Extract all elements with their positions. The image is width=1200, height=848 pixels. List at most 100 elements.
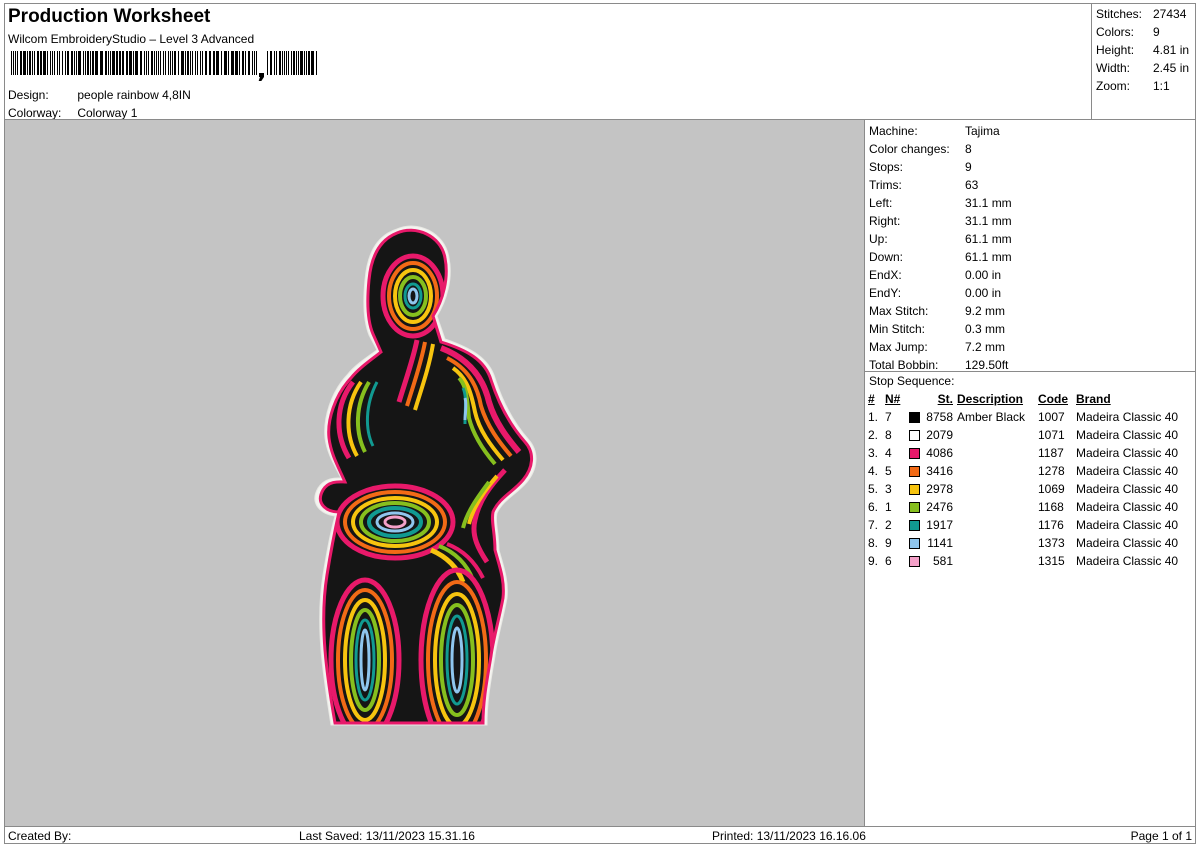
table-row: 1. 7 8758 Amber Black 1007 Madeira Classic 40 — [868, 408, 1188, 426]
info-value: 7.2 mm — [965, 340, 1006, 354]
row-code: 1071 — [1038, 428, 1065, 442]
info-row: Color changes: 8 — [865, 140, 1195, 158]
row-description — [955, 426, 1038, 444]
row-stitches: 2978 — [926, 482, 953, 496]
row-index: 2. — [868, 428, 879, 442]
stat-colors: Colors: 9 — [1092, 23, 1195, 41]
color-swatch — [909, 466, 920, 478]
row-index: 7. — [868, 518, 879, 532]
info-row: Right: 31.1 mm — [865, 212, 1195, 230]
row-code: 1278 — [1038, 464, 1065, 478]
stat-value: 9 — [1153, 25, 1160, 39]
row-brand: Madeira Classic 40 — [1076, 482, 1179, 496]
color-swatch — [909, 556, 920, 568]
color-swatch-cell — [905, 534, 921, 552]
design-stats: Stitches: 27434 Colors: 9 Height: 4.81 in W… — [1091, 4, 1195, 119]
worksheet-footer: Created By: Last Saved: 13/11/2023 15.31… — [5, 826, 1195, 843]
row-brand: Madeira Classic 40 — [1076, 446, 1179, 460]
color-swatch — [909, 430, 920, 442]
info-row: Trims: 63 — [865, 176, 1195, 194]
colorway-name: Colorway 1 — [77, 106, 138, 120]
page-number: Page 1 of 1 — [1130, 829, 1192, 843]
row-brand: Madeira Classic 40 — [1076, 428, 1179, 442]
row-brand: Madeira Classic 40 — [1076, 518, 1179, 532]
info-row: Stops: 9 — [865, 158, 1195, 176]
machine-info: Machine: Tajima Color changes: 8 Stops: 9 Trim… — [865, 120, 1195, 374]
row-code: 1373 — [1038, 536, 1065, 550]
stop-sequence-title: Stop Sequence: — [869, 374, 955, 388]
color-swatch-cell — [905, 444, 921, 462]
table-row: 3. 4 4086 1187 Madeira Classic 40 — [868, 444, 1188, 462]
row-code: 1187 — [1038, 446, 1064, 460]
info-value: 63 — [965, 178, 979, 192]
stat-label: Zoom: — [1096, 79, 1131, 93]
row-brand: Madeira Classic 40 — [1076, 554, 1179, 568]
colorway-row: Colorway: Colorway 1 — [8, 106, 137, 120]
row-description — [955, 498, 1038, 516]
row-description — [955, 444, 1038, 462]
color-swatch — [909, 484, 920, 496]
table-row: 4. 5 3416 1278 Madeira Classic 40 — [868, 462, 1188, 480]
row-needle: 5 — [885, 464, 892, 478]
row-brand: Madeira Classic 40 — [1076, 464, 1179, 478]
row-index: 6. — [868, 500, 879, 514]
info-value: 31.1 mm — [965, 196, 1012, 210]
col-stitches: St. — [937, 392, 953, 406]
row-stitches: 3416 — [926, 464, 953, 478]
row-description — [955, 534, 1038, 552]
row-code: 1069 — [1038, 482, 1065, 496]
software-name: Wilcom EmbroideryStudio – Level 3 Advanc… — [8, 32, 255, 46]
color-swatch-cell — [905, 462, 921, 480]
color-swatch-cell — [905, 516, 921, 534]
created-by: Created By: — [8, 829, 72, 843]
row-stitches: 2476 — [926, 500, 953, 514]
stop-sequence-table: # N# St. Description Code Brand 1. 7 8758 A… — [868, 390, 1188, 570]
info-label: Max Stitch: — [869, 304, 929, 318]
info-row: EndY: 0.00 in — [865, 284, 1195, 302]
info-row: Down: 61.1 mm — [865, 248, 1195, 266]
worksheet-header: Production Worksheet Wilcom EmbroiderySt… — [5, 4, 1091, 120]
row-description — [955, 462, 1038, 480]
info-label: Min Stitch: — [869, 322, 926, 336]
row-needle: 2 — [885, 518, 892, 532]
info-row: Left: 31.1 mm — [865, 194, 1195, 212]
stat-label: Stitches: — [1096, 7, 1143, 21]
row-needle: 9 — [885, 536, 892, 550]
info-value: 31.1 mm — [965, 214, 1012, 228]
stat-label: Height: — [1096, 43, 1135, 57]
row-description — [955, 480, 1038, 498]
row-code: 1176 — [1038, 518, 1064, 532]
color-swatch — [909, 538, 920, 550]
col-needle: N# — [885, 392, 901, 406]
design-row: Design: people rainbow 4,8IN — [8, 88, 191, 102]
details-panel: Machine: Tajima Color changes: 8 Stops: 9 Trim… — [865, 119, 1195, 826]
color-swatch-cell — [905, 552, 921, 570]
table-row: 5. 3 2978 1069 Madeira Classic 40 — [868, 480, 1188, 498]
colorway-label: Colorway: — [8, 106, 62, 120]
barcode-icon — [11, 51, 317, 81]
color-swatch-cell — [905, 498, 921, 516]
stat-stitches: Stitches: 27434 — [1092, 5, 1195, 23]
stat-width: Width: 2.45 in — [1092, 59, 1195, 77]
color-swatch — [909, 520, 920, 532]
color-swatch-cell — [905, 480, 921, 498]
row-brand: Madeira Classic 40 — [1076, 500, 1179, 514]
color-swatch — [909, 448, 920, 460]
info-label: Stops: — [869, 160, 904, 174]
col-description: Description — [957, 392, 1024, 406]
info-value: 61.1 mm — [965, 250, 1012, 264]
col-brand: Brand — [1076, 392, 1111, 406]
info-value: 0.00 in — [965, 286, 1002, 300]
row-description — [955, 516, 1038, 534]
info-label: Up: — [869, 232, 888, 246]
row-needle: 8 — [885, 428, 892, 442]
col-code: Code — [1038, 392, 1068, 406]
row-code: 1315 — [1038, 554, 1065, 568]
info-value: Tajima — [965, 124, 1000, 138]
table-row: 6. 1 2476 1168 Madeira Classic 40 — [868, 498, 1188, 516]
row-needle: 7 — [885, 410, 892, 424]
embroidery-design-preview-icon — [314, 225, 537, 726]
table-row: 9. 6 581 1315 Madeira Classic 40 — [868, 552, 1188, 570]
row-stitches: 8758 — [926, 410, 953, 424]
row-stitches: 1141 — [927, 536, 953, 550]
